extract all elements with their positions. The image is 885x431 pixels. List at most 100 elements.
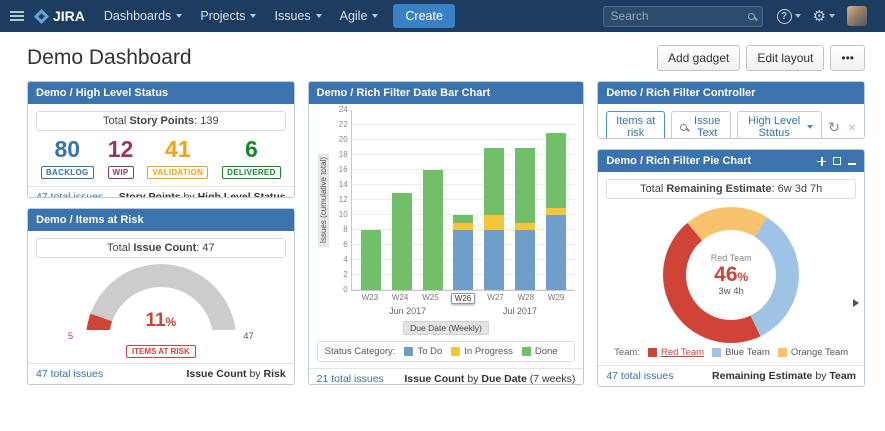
bar-segment-done[interactable] xyxy=(392,193,412,291)
total-issues-link[interactable]: 47 total issues xyxy=(606,370,673,382)
search-box[interactable] xyxy=(603,6,763,27)
filter-items-at-risk-button[interactable]: Items at risk xyxy=(606,111,665,139)
gadget-header[interactable]: Demo / High Level Status xyxy=(28,82,294,104)
legend-item-to-do[interactable]: To Do xyxy=(404,346,442,357)
legend-items: Red Team Blue Team Orange Team xyxy=(648,347,848,358)
y-tick-label: 18 xyxy=(339,150,348,159)
y-axis: 024681012141618202224 xyxy=(331,110,351,291)
y-tick-label: 22 xyxy=(339,120,348,129)
settings-menu[interactable]: ⚙ xyxy=(807,0,841,32)
x-tick-W23: W23 xyxy=(360,293,380,302)
legend-item-in-progress[interactable]: In Progress xyxy=(451,346,513,357)
add-gadget-button[interactable]: Add gadget xyxy=(657,45,740,71)
close-icon[interactable]: × xyxy=(848,120,856,134)
column-2: Demo / Rich Filter Date Bar Chart Issues… xyxy=(308,81,585,387)
stat-backlog[interactable]: 80BACKLOG xyxy=(41,138,94,179)
gadget-title: Demo / Rich Filter Pie Chart xyxy=(606,155,751,167)
stat-validation[interactable]: 41VALIDATION xyxy=(147,138,208,179)
bar-W25[interactable] xyxy=(423,170,443,290)
team-legend-red-team[interactable]: Red Team xyxy=(648,347,704,358)
nav-agile[interactable]: Agile xyxy=(331,0,388,32)
risk-gauge-chart[interactable]: 11% xyxy=(86,264,236,330)
chevron-down-icon xyxy=(372,14,378,18)
bar-segment-done[interactable] xyxy=(515,148,535,223)
maximize-icon[interactable] xyxy=(833,157,841,165)
stat-wip[interactable]: 12WIP xyxy=(108,138,134,179)
bar-segment-in-progress[interactable] xyxy=(546,208,566,216)
dashboard: Demo / High Level Status Total Story Poi… xyxy=(0,81,885,387)
bar-segment-to-do[interactable] xyxy=(453,230,473,290)
help-menu[interactable]: ? xyxy=(771,0,807,32)
gadget-pie-chart: Demo / Rich Filter Pie Chart Total Remai… xyxy=(597,149,865,387)
team-legend-orange-team[interactable]: Orange Team xyxy=(778,347,848,358)
stat-delivered[interactable]: 6DELIVERED xyxy=(222,138,281,179)
gadget-items-at-risk: Demo / Items at Risk Total Issue Count: … xyxy=(27,208,295,385)
bar-segment-to-do[interactable] xyxy=(484,230,504,290)
gadget-footer: 21 total issues Issue Count by Due Date … xyxy=(309,368,584,385)
bar-W29[interactable] xyxy=(546,133,566,291)
issue-text-search-button[interactable]: Issue Text xyxy=(671,111,731,139)
create-button[interactable]: Create xyxy=(393,4,455,28)
nav-dashboards[interactable]: Dashboards xyxy=(95,0,191,32)
team-legend-blue-team[interactable]: Blue Team xyxy=(712,347,770,358)
y-tick-label: 8 xyxy=(343,225,347,234)
stat-badge: BACKLOG xyxy=(41,166,94,179)
minimize-icon[interactable] xyxy=(848,163,856,165)
footer-description: Issue Count by Due Date (7 weeks) xyxy=(404,373,575,385)
high-level-status-dropdown[interactable]: High Level Status xyxy=(737,111,822,139)
legend-swatch xyxy=(712,348,721,357)
nav-issues[interactable]: Issues xyxy=(265,0,330,32)
more-button[interactable]: ••• xyxy=(830,45,865,71)
drag-icon[interactable] xyxy=(817,157,826,166)
legend-swatch xyxy=(404,347,413,356)
legend-item-done[interactable]: Done xyxy=(522,346,558,357)
bar-segment-done[interactable] xyxy=(453,215,473,223)
bar-segment-done[interactable] xyxy=(361,230,381,290)
bar-segment-to-do[interactable] xyxy=(546,215,566,290)
bar-W23[interactable] xyxy=(361,230,381,290)
total-issues-link[interactable]: 47 total issues xyxy=(36,368,103,380)
bar-segment-done[interactable] xyxy=(423,170,443,290)
bar-segment-done[interactable] xyxy=(546,133,566,208)
gadget-header[interactable]: Demo / Items at Risk xyxy=(28,209,294,231)
bar-W28[interactable] xyxy=(515,148,535,291)
total-issues-link[interactable]: 47 total issues xyxy=(36,191,103,198)
nav-projects[interactable]: Projects xyxy=(191,0,265,32)
selected-slice-label: Red Team xyxy=(711,253,752,263)
bar-segment-in-progress[interactable] xyxy=(453,223,473,231)
user-menu[interactable] xyxy=(841,0,873,32)
top-nav: JIRA Dashboards Projects Issues Agile Cr… xyxy=(0,0,885,32)
page-header: Demo Dashboard Add gadget Edit layout ••… xyxy=(0,32,885,81)
bar-segment-to-do[interactable] xyxy=(515,230,535,290)
gadget-header[interactable]: Demo / Rich Filter Pie Chart xyxy=(598,150,864,172)
search-icon xyxy=(680,124,687,131)
search-input[interactable] xyxy=(611,9,742,23)
bar-W26[interactable] xyxy=(453,215,473,290)
bars xyxy=(352,110,576,290)
gadget-header[interactable]: Demo / Rich Filter Date Bar Chart xyxy=(309,82,584,104)
bar-segment-in-progress[interactable] xyxy=(515,223,535,231)
gadget-header-icons xyxy=(817,157,856,166)
gadget-header[interactable]: Demo / Rich Filter Controller xyxy=(598,82,864,104)
x-tick-W25: W25 xyxy=(420,293,440,302)
y-axis-label: Issues (cumulative total) xyxy=(318,153,329,247)
chevron-down-icon xyxy=(316,14,322,18)
refresh-icon[interactable]: ↻ xyxy=(828,120,840,134)
y-tick-label: 14 xyxy=(339,180,348,189)
chevron-down-icon xyxy=(829,14,835,18)
y-tick-label: 10 xyxy=(339,210,348,219)
donut-center: Red Team 46% 3w 4h xyxy=(686,230,776,320)
bar-segment-done[interactable] xyxy=(484,148,504,216)
edit-layout-button[interactable]: Edit layout xyxy=(746,45,824,71)
bar-W27[interactable] xyxy=(484,148,504,291)
app-menu-icon[interactable] xyxy=(2,0,32,32)
jira-logo[interactable]: JIRA xyxy=(32,8,95,24)
team-donut-chart[interactable]: Red Team 46% 3w 4h xyxy=(663,207,799,343)
help-icon: ? xyxy=(777,9,792,24)
search-icon[interactable] xyxy=(748,13,755,20)
bar-segment-in-progress[interactable] xyxy=(484,215,504,230)
x-tick-W26: W26 xyxy=(451,293,475,304)
total-issues-link[interactable]: 21 total issues xyxy=(317,373,384,385)
bar-W24[interactable] xyxy=(392,193,412,291)
jira-logo-icon xyxy=(34,9,49,24)
